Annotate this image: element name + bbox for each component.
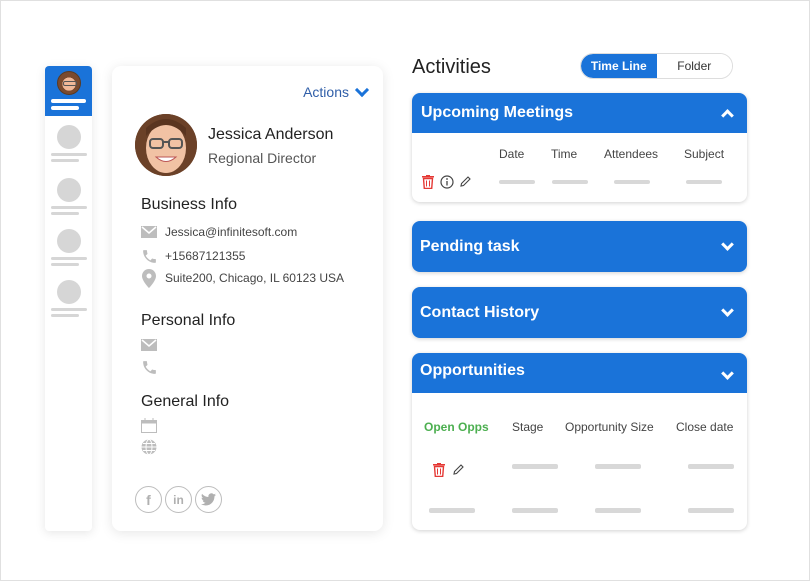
avatar-placeholder	[56, 178, 81, 202]
profile-photo	[135, 114, 197, 176]
general-date-row[interactable]	[140, 416, 165, 434]
column-header-stage: Stage	[512, 420, 544, 434]
panel-title: Pending task	[420, 237, 520, 255]
chevron-up-icon	[721, 109, 734, 122]
mail-icon	[140, 223, 158, 241]
placeholder-bar	[552, 180, 588, 184]
placeholder-line	[50, 212, 79, 215]
placeholder-line	[50, 257, 87, 260]
twitter-icon[interactable]	[195, 486, 222, 513]
chevron-down-icon	[721, 366, 734, 380]
globe-icon	[140, 438, 158, 456]
avatar-placeholder	[56, 125, 81, 149]
personal-phone-row[interactable]	[140, 358, 165, 376]
placeholder-line	[51, 99, 86, 103]
chevron-down-icon	[354, 82, 370, 97]
opportunities-header[interactable]: Opportunities	[412, 353, 747, 393]
placeholder-line	[50, 314, 79, 317]
column-header-date: Date	[499, 147, 525, 161]
linkedin-icon[interactable]: in	[165, 486, 192, 513]
app-frame: Actions Jessica Anderson Regional Direct…	[0, 0, 810, 581]
view-toggle: Time Line Folder	[580, 53, 733, 79]
placeholder-line	[51, 106, 79, 110]
placeholder-bar	[688, 508, 734, 513]
placeholder-bar	[595, 464, 641, 469]
business-info-heading: Business Info	[141, 196, 238, 213]
actions-dropdown[interactable]: Actions	[303, 82, 370, 100]
placeholder-bar	[614, 180, 650, 184]
contact-avatar-small	[56, 71, 81, 95]
placeholder-line	[50, 153, 87, 156]
placeholder-bar	[686, 180, 722, 184]
chevron-down-icon	[721, 303, 734, 317]
contact-role: Regional Director	[208, 150, 317, 166]
upcoming-meetings-header[interactable]: Upcoming Meetings	[412, 93, 747, 133]
rail-item-contact[interactable]	[45, 229, 92, 266]
general-website-row[interactable]	[140, 438, 165, 456]
avatar-placeholder	[56, 280, 81, 304]
placeholder-bar	[429, 508, 475, 513]
placeholder-line	[50, 159, 79, 162]
profile-card: Actions Jessica Anderson Regional Direct…	[112, 66, 383, 531]
panel-title: Contact History	[420, 303, 540, 321]
rail-item-active-contact[interactable]	[45, 66, 92, 116]
contacts-nav-rail	[45, 66, 92, 531]
delete-icon[interactable]	[422, 175, 434, 189]
placeholder-line	[50, 263, 79, 266]
business-address: Suite200, Chicago, IL 60123 USA	[165, 271, 345, 285]
placeholder-line	[50, 308, 87, 311]
column-header-close-date: Close date	[676, 420, 734, 434]
pending-task-header[interactable]: Pending task	[412, 221, 747, 272]
actions-label: Actions	[303, 84, 349, 100]
rail-item-contact[interactable]	[45, 125, 92, 162]
upcoming-meetings-panel: Upcoming Meetings Date Time Attendees Su…	[412, 93, 747, 202]
phone-icon	[140, 358, 158, 376]
business-email: Jessica@infinitesoft.com	[165, 225, 298, 239]
phone-icon	[140, 247, 158, 265]
personal-info-heading: Personal Info	[141, 312, 236, 329]
personal-email-row[interactable]	[140, 336, 165, 354]
pending-task-panel: Pending task	[412, 221, 747, 272]
placeholder-bar	[499, 180, 535, 184]
location-pin-icon	[140, 268, 158, 288]
business-phone-row[interactable]: +15687121355	[140, 247, 245, 265]
avatar-placeholder	[56, 229, 81, 253]
column-header-time: Time	[551, 147, 578, 161]
panel-title: Upcoming Meetings	[421, 104, 574, 121]
info-icon[interactable]	[440, 175, 454, 189]
column-header-open-opps: Open Opps	[424, 420, 489, 434]
delete-icon[interactable]	[433, 463, 445, 477]
placeholder-bar	[688, 464, 734, 469]
edit-pencil-icon[interactable]	[452, 463, 465, 476]
contact-history-header[interactable]: Contact History	[412, 287, 747, 338]
social-links: f in	[135, 486, 225, 513]
tab-time-line[interactable]: Time Line	[581, 54, 657, 78]
column-header-subject: Subject	[684, 147, 725, 161]
placeholder-bar	[512, 464, 558, 469]
placeholder-bar	[595, 508, 641, 513]
column-header-opportunity-size: Opportunity Size	[565, 420, 654, 434]
placeholder-bar	[512, 508, 558, 513]
rail-item-contact[interactable]	[45, 178, 92, 215]
tab-folder[interactable]: Folder	[656, 54, 732, 78]
business-email-row[interactable]: Jessica@infinitesoft.com	[140, 223, 297, 241]
business-phone: +15687121355	[165, 249, 246, 263]
general-info-heading: General Info	[141, 393, 230, 410]
chevron-down-icon	[721, 237, 734, 251]
facebook-icon[interactable]: f	[135, 486, 162, 513]
panel-title: Opportunities	[420, 362, 525, 379]
calendar-icon	[140, 416, 158, 434]
activities-title: Activities	[412, 56, 491, 78]
contact-history-panel: Contact History	[412, 287, 747, 338]
rail-item-contact[interactable]	[45, 280, 92, 317]
opportunities-panel: Opportunities Open Opps Stage Opportunit…	[412, 353, 747, 530]
column-header-attendees: Attendees	[604, 147, 659, 161]
edit-pencil-icon[interactable]	[459, 175, 472, 188]
contact-name: Jessica Anderson	[208, 126, 334, 143]
mail-icon	[140, 336, 158, 354]
business-address-row: Suite200, Chicago, IL 60123 USA	[140, 268, 345, 288]
placeholder-line	[50, 206, 87, 209]
